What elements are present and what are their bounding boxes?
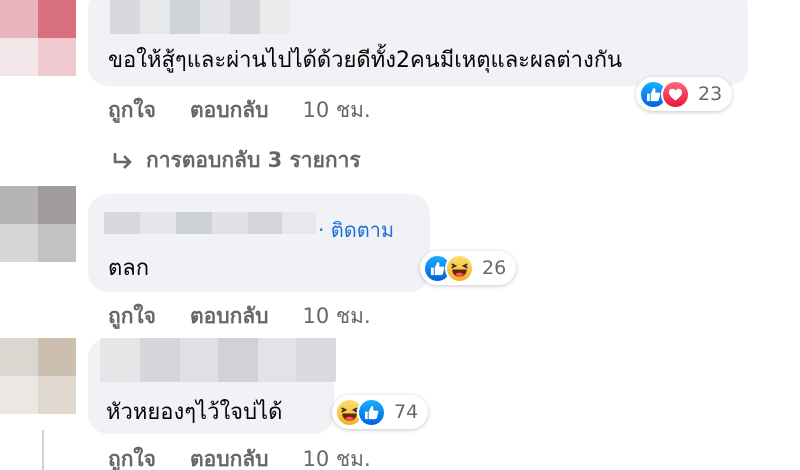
like-icon [357, 397, 386, 427]
comment-actions: ถูกใจ ตอบกลับ 10 ชม. [108, 443, 371, 470]
avatar-pixelated[interactable] [0, 0, 76, 76]
author-name-blurred[interactable] [104, 212, 316, 234]
comment-actions: ถูกใจ ตอบกลับ 10 ชม. [108, 94, 371, 127]
haha-icon [445, 253, 474, 283]
reply-button[interactable]: ตอบกลับ [190, 443, 269, 470]
reaction-summary[interactable]: 23 [636, 77, 733, 111]
view-replies-label: การตอบกลับ 3 รายการ [146, 148, 361, 172]
reaction-summary[interactable]: 74 [332, 395, 429, 429]
reaction-count: 23 [698, 83, 723, 105]
reaction-summary[interactable]: 26 [420, 251, 517, 285]
reply-button[interactable]: ตอบกลับ [190, 94, 269, 127]
love-icon [661, 79, 690, 109]
comment-text: ขอให้สู้ๆและผ่านไปได้ด้วยดีทั้ง2คนมีเหตุ… [108, 48, 623, 73]
reply-arrow-icon [113, 152, 132, 169]
reaction-count: 74 [394, 401, 419, 423]
follow-button[interactable]: · ติดตาม [318, 214, 394, 246]
avatar-pixelated[interactable] [0, 338, 76, 414]
author-name-blurred[interactable] [100, 338, 336, 382]
like-button[interactable]: ถูกใจ [108, 300, 156, 333]
timestamp[interactable]: 10 ชม. [303, 94, 371, 127]
thread-line [42, 430, 44, 470]
reply-button[interactable]: ตอบกลับ [190, 300, 269, 333]
timestamp[interactable]: 10 ชม. [303, 300, 371, 333]
comment-text: ตลก [108, 256, 150, 281]
reaction-count: 26 [482, 257, 507, 279]
like-button[interactable]: ถูกใจ [108, 443, 156, 470]
author-name-blurred[interactable] [110, 0, 290, 34]
view-replies-link[interactable]: การตอบกลับ 3 รายการ [112, 144, 361, 177]
avatar-pixelated[interactable] [0, 186, 76, 262]
comment-text: หัวหยองๆไว้ใจบ่ได้ [106, 400, 283, 425]
like-button[interactable]: ถูกใจ [108, 94, 156, 127]
timestamp[interactable]: 10 ชม. [303, 443, 371, 470]
comment-actions: ถูกใจ ตอบกลับ 10 ชม. [108, 300, 371, 333]
